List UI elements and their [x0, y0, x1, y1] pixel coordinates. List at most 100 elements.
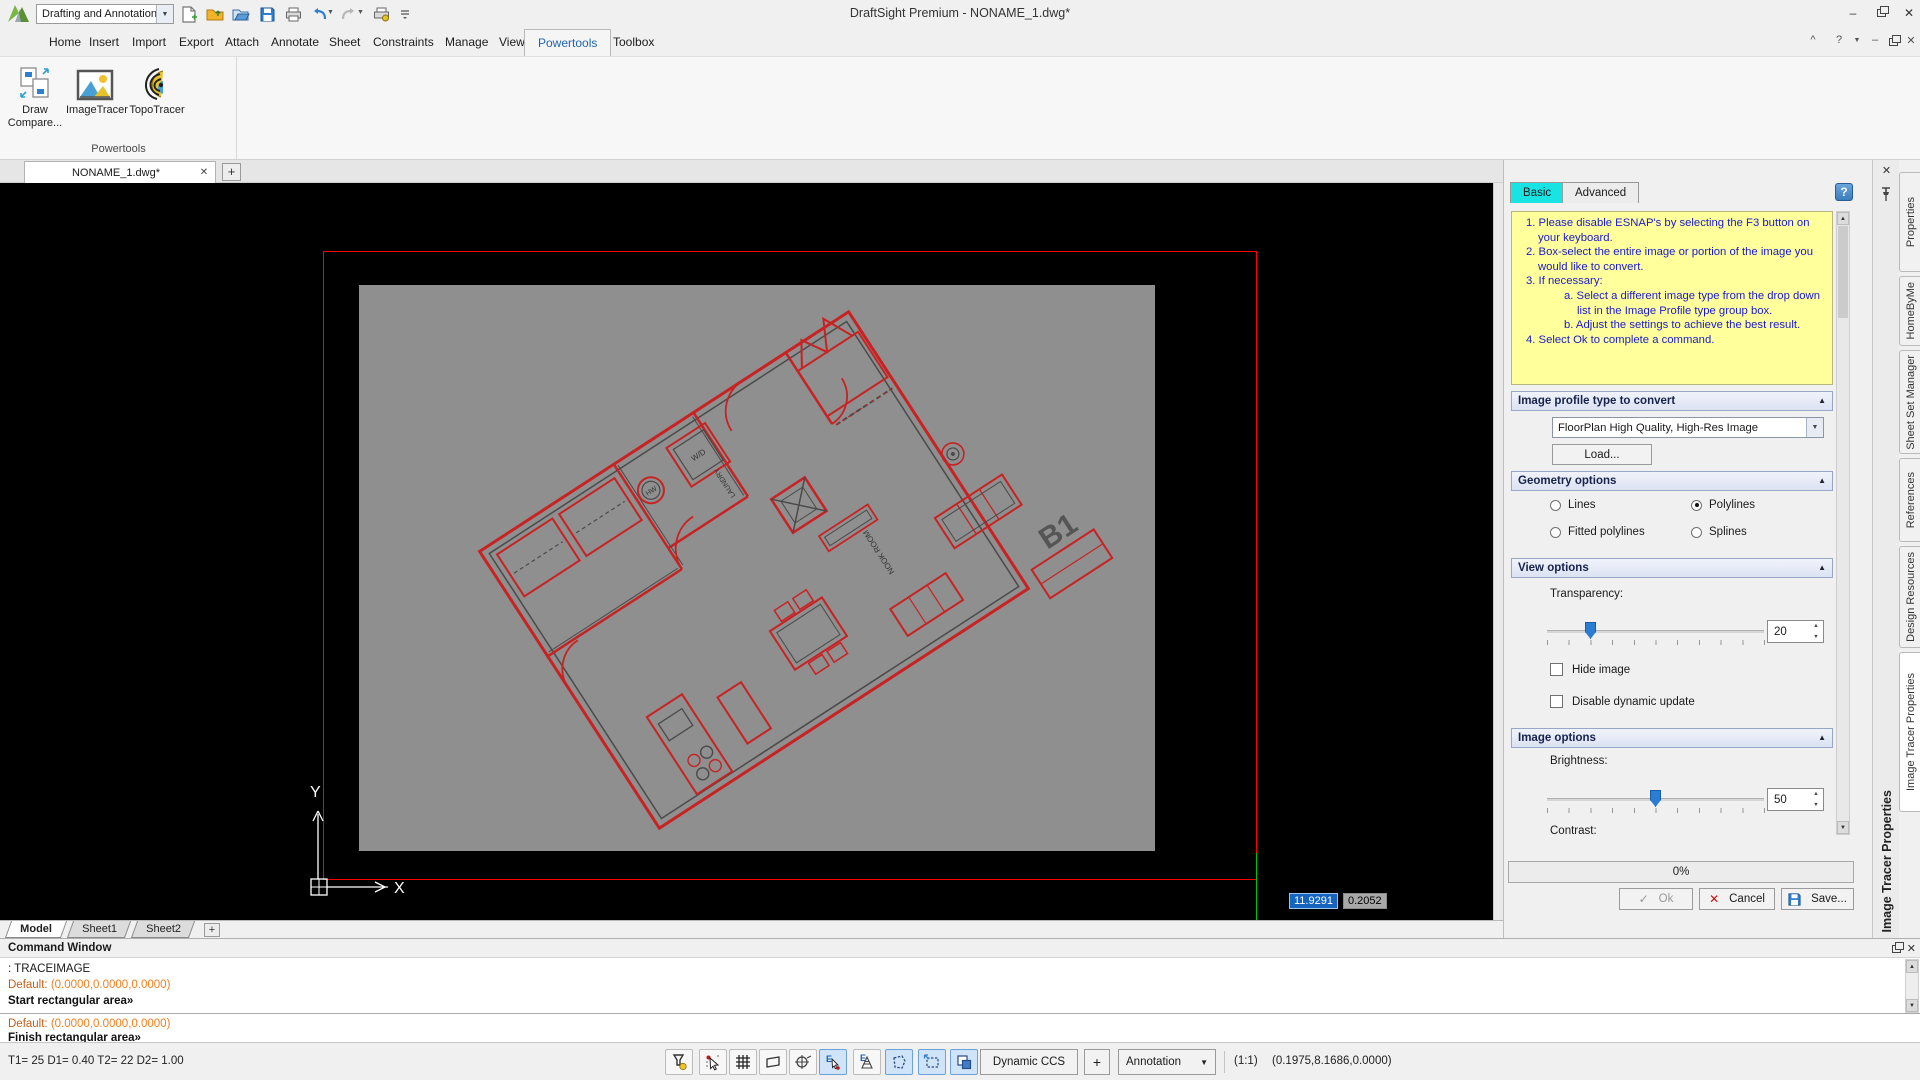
side-tab-image-tracer-properties[interactable]: Image Tracer Properties — [1899, 652, 1920, 812]
transparency-slider-handle[interactable] — [1585, 622, 1596, 639]
radio-splines[interactable]: Splines — [1691, 526, 1747, 538]
etrack-toggle[interactable]: E — [853, 1049, 881, 1075]
collapse-icon[interactable]: ▲ — [1818, 729, 1826, 747]
window-close-button[interactable]: ✕ — [1898, 4, 1920, 22]
ok-button[interactable]: ✓ Ok — [1619, 888, 1693, 910]
workspace-select[interactable]: Drafting and Annotation ▼ — [36, 4, 174, 24]
save-as-button[interactable]: Save... — [1781, 888, 1854, 910]
open-file-button[interactable] — [204, 4, 226, 24]
doc-restore-button[interactable] — [1884, 37, 1902, 49]
ribbon-help-icon[interactable]: ? — [1830, 34, 1848, 46]
snap-filter-toggle[interactable] — [665, 1049, 693, 1075]
annotation-scale-select[interactable]: Annotation ▼ — [1118, 1049, 1216, 1075]
dynamic-input-x[interactable]: 11.9291 — [1289, 893, 1338, 909]
window-restore-button[interactable] — [1870, 4, 1892, 22]
side-tab-sheet-set-manager[interactable]: Sheet Set Manager — [1899, 350, 1920, 454]
add-status-button[interactable]: + — [1084, 1049, 1110, 1075]
brightness-spinbox[interactable]: 50 ▲▼ — [1767, 788, 1824, 811]
section-header-image[interactable]: Image options ▲ — [1511, 728, 1833, 748]
section-header-view[interactable]: View options ▲ — [1511, 558, 1833, 578]
entity-selection-toggle[interactable] — [885, 1049, 913, 1075]
tab-advanced[interactable]: Advanced — [1562, 182, 1639, 203]
esnap-toggle[interactable]: E — [819, 1049, 847, 1075]
chevron-down-icon[interactable]: ▼ — [156, 5, 173, 23]
pointer-snap-toggle[interactable] — [699, 1049, 727, 1075]
open-drawing-button[interactable] — [230, 4, 252, 24]
spin-up-icon[interactable]: ▲ — [1809, 789, 1823, 800]
scroll-up-icon[interactable]: ▲ — [1837, 212, 1849, 225]
sheet-tab-sheet1[interactable]: Sheet1 — [67, 921, 131, 938]
command-scrollbar[interactable]: ▲ ▼ — [1905, 959, 1919, 1013]
customize-qat-button[interactable] — [394, 4, 416, 24]
side-tab-properties[interactable]: Properties — [1899, 172, 1920, 272]
new-document-tab-button[interactable]: + — [222, 163, 241, 181]
polar-tracking-toggle[interactable] — [789, 1049, 817, 1075]
imagetracer-button[interactable]: ImageTracer — [66, 61, 124, 137]
dynamic-input-y[interactable]: 0.2052 — [1343, 893, 1387, 909]
command-prompt-line[interactable]: Default: (0.0000,0.0000,0.0000) — [8, 1018, 170, 1030]
spin-up-icon[interactable]: ▲ — [1809, 621, 1823, 632]
radio-fitted-polylines[interactable]: Fitted polylines — [1550, 526, 1645, 538]
brightness-value[interactable]: 50 — [1768, 794, 1809, 806]
pin-icon[interactable] — [1880, 186, 1892, 202]
add-sheet-button[interactable]: + — [204, 923, 220, 937]
radio-icon[interactable] — [1550, 500, 1561, 511]
drawing-canvas[interactable]: HW W/D LAUNDRY — [0, 183, 1503, 920]
panel-scrollbar[interactable]: ▲ ▼ — [1836, 211, 1850, 835]
transparency-spinbox[interactable]: 20 ▲▼ — [1767, 620, 1824, 643]
window-selection-toggle[interactable] — [918, 1049, 946, 1075]
transparency-slider-track[interactable] — [1547, 630, 1764, 633]
close-icon[interactable]: ✕ — [1907, 942, 1916, 955]
dynamic-ccs-button[interactable]: Dynamic CCS — [980, 1049, 1078, 1075]
ortho-toggle[interactable] — [759, 1049, 787, 1075]
overlap-selection-toggle[interactable] — [950, 1049, 978, 1075]
side-tab-homebyme[interactable]: HomeByMe — [1899, 276, 1920, 346]
document-tab[interactable]: NONAME_1.dwg* ✕ — [24, 161, 216, 183]
hide-image-checkbox[interactable]: Hide image — [1550, 663, 1630, 676]
draw-compare-button[interactable]: Draw Compare... — [6, 61, 64, 137]
collapse-icon[interactable]: ▲ — [1818, 472, 1826, 490]
float-panel-icon[interactable] — [1892, 945, 1901, 953]
radio-icon-selected[interactable] — [1691, 500, 1702, 511]
radio-polylines[interactable]: Polylines — [1691, 499, 1755, 511]
ribbon-tab-powertools[interactable]: Powertools — [524, 29, 611, 56]
spin-down-icon[interactable]: ▼ — [1809, 800, 1823, 811]
checkbox-icon[interactable] — [1550, 663, 1563, 676]
new-file-button[interactable] — [178, 4, 200, 24]
transparency-value[interactable]: 20 — [1768, 626, 1809, 638]
panel-close-button[interactable]: ✕ — [1878, 164, 1895, 180]
collapse-icon[interactable]: ▲ — [1818, 559, 1826, 577]
disable-dynamic-update-checkbox[interactable]: Disable dynamic update — [1550, 695, 1695, 708]
chevron-down-icon[interactable]: ▼ — [1806, 418, 1823, 437]
load-button[interactable]: Load... — [1552, 444, 1652, 465]
redo-dropdown-caret[interactable]: ▼ — [357, 9, 364, 16]
cancel-button[interactable]: ✕ Cancel — [1699, 888, 1775, 910]
ribbon-help-caret[interactable]: ▼ — [1848, 37, 1866, 44]
print-button[interactable] — [282, 4, 304, 24]
batch-print-button[interactable] — [370, 4, 392, 24]
ribbon-collapse-icon[interactable]: ^ — [1804, 34, 1822, 46]
window-minimize-button[interactable]: – — [1842, 4, 1864, 22]
command-window[interactable]: Command Window ✕ : TRACEIMAGE Default: (… — [0, 938, 1920, 1042]
radio-icon[interactable] — [1691, 527, 1702, 538]
ribbon-tab-toolbox[interactable]: Toolbox — [600, 29, 667, 56]
profile-dropdown[interactable]: FloorPlan High Quality, High-Res Image ▼ — [1552, 417, 1824, 438]
checkbox-icon[interactable] — [1550, 695, 1563, 708]
radio-lines[interactable]: Lines — [1550, 499, 1596, 511]
tab-basic[interactable]: Basic — [1510, 182, 1564, 203]
document-tab-close-icon[interactable]: ✕ — [193, 167, 215, 178]
topotracer-button[interactable]: TopoTracer — [128, 61, 186, 137]
panel-help-button[interactable]: ? — [1835, 183, 1853, 201]
side-tab-design-resources[interactable]: Design Resources — [1899, 546, 1920, 648]
section-header-geometry[interactable]: Geometry options ▲ — [1511, 471, 1833, 491]
brightness-slider-handle[interactable] — [1650, 790, 1661, 807]
collapse-icon[interactable]: ▲ — [1818, 392, 1826, 410]
scroll-down-icon[interactable]: ▼ — [1837, 821, 1849, 834]
scroll-up-icon[interactable]: ▲ — [1906, 960, 1918, 973]
section-header-profile[interactable]: Image profile type to convert ▲ — [1511, 391, 1833, 411]
side-tab-references[interactable]: References — [1899, 458, 1920, 542]
canvas-scrollbar[interactable] — [1493, 183, 1503, 920]
doc-close-button[interactable]: ✕ — [1902, 34, 1920, 47]
doc-minimize-button[interactable]: – — [1866, 34, 1884, 46]
sheet-tab-model[interactable]: Model — [5, 921, 67, 938]
